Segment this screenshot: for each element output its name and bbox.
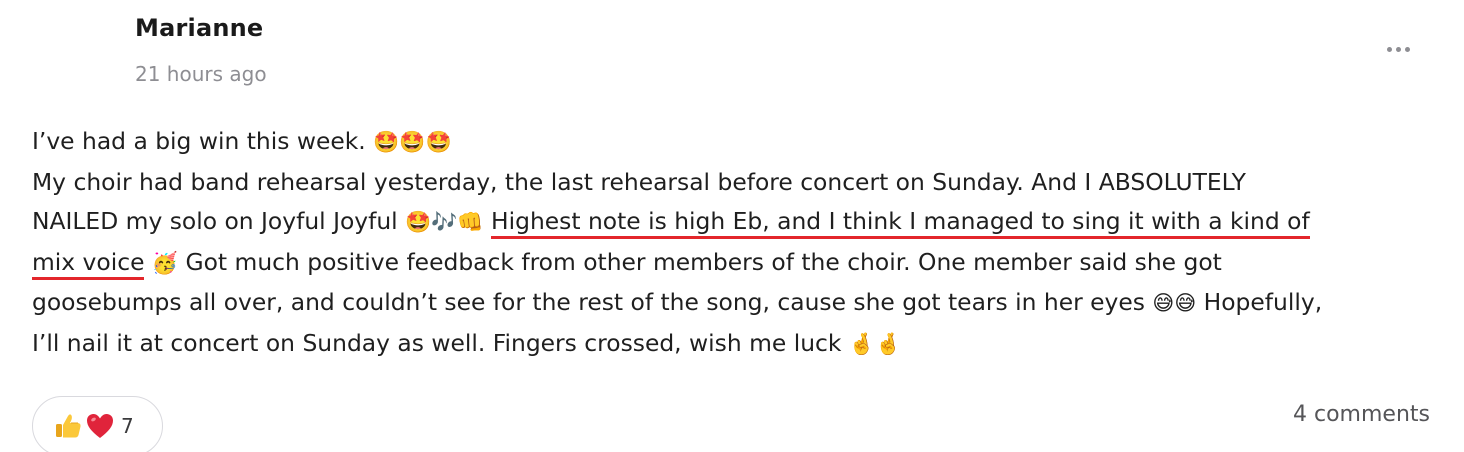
- star-struck-emoji-icon: 🤩🤩🤩: [373, 130, 452, 154]
- more-options-button[interactable]: [1380, 34, 1416, 64]
- post-text: I’ll nail it at concert on Sunday as wel…: [32, 328, 849, 357]
- post-line: NAILED my solo on Joyful Joyful 🤩🎶👊 High…: [32, 202, 1432, 243]
- post-line: goosebumps all over, and couldn’t see fo…: [32, 283, 1432, 324]
- reactions-button[interactable]: 7: [32, 396, 163, 452]
- post-line: I’ll nail it at concert on Sunday as wel…: [32, 324, 1432, 365]
- grinning-sweat-emoji-icon: 😅😅: [1152, 291, 1197, 315]
- more-horizontal-icon-dot: [1395, 46, 1401, 52]
- more-horizontal-icon-dot: [1404, 46, 1410, 52]
- more-horizontal-icon: [1386, 46, 1392, 52]
- music-fist-emoji-icon: 🤩🎶👊: [405, 210, 484, 234]
- highlighted-text: mix voice: [32, 247, 145, 280]
- comments-link[interactable]: 4 comments: [1293, 402, 1430, 427]
- heart-icon: [87, 414, 113, 438]
- post-line: My choir had band rehearsal yesterday, t…: [32, 163, 1432, 203]
- post-text: NAILED my solo on Joyful Joyful: [32, 207, 406, 235]
- post-body: I’ve had a big win this week. 🤩🤩🤩 My cho…: [32, 122, 1432, 364]
- thumbs-up-icon: [56, 414, 81, 438]
- reaction-count: 7: [121, 414, 134, 438]
- post-text: I’ve had a big win this week.: [32, 127, 374, 155]
- post-text: goosebumps all over, and couldn’t see fo…: [32, 288, 1153, 316]
- post-card: Marianne 21 hours ago I’ve had a big win…: [0, 0, 1464, 452]
- post-text: Got much positive feedback from other me…: [178, 247, 1222, 276]
- crossed-fingers-emoji-icon: 🤞🤞: [848, 331, 902, 356]
- post-line: I’ve had a big win this week. 🤩🤩🤩: [32, 122, 1432, 163]
- author-name[interactable]: Marianne: [135, 14, 263, 42]
- highlighted-text: Highest note is high Eb, and I think I m…: [491, 207, 1310, 239]
- post-timestamp: 21 hours ago: [135, 62, 267, 86]
- post-line: mix voice 🥳 Got much positive feedback f…: [32, 243, 1432, 284]
- party-face-emoji-icon: 🥳: [151, 250, 179, 275]
- post-text: My choir had band rehearsal yesterday, t…: [32, 167, 1246, 196]
- post-text: Hopefully,: [1196, 288, 1323, 316]
